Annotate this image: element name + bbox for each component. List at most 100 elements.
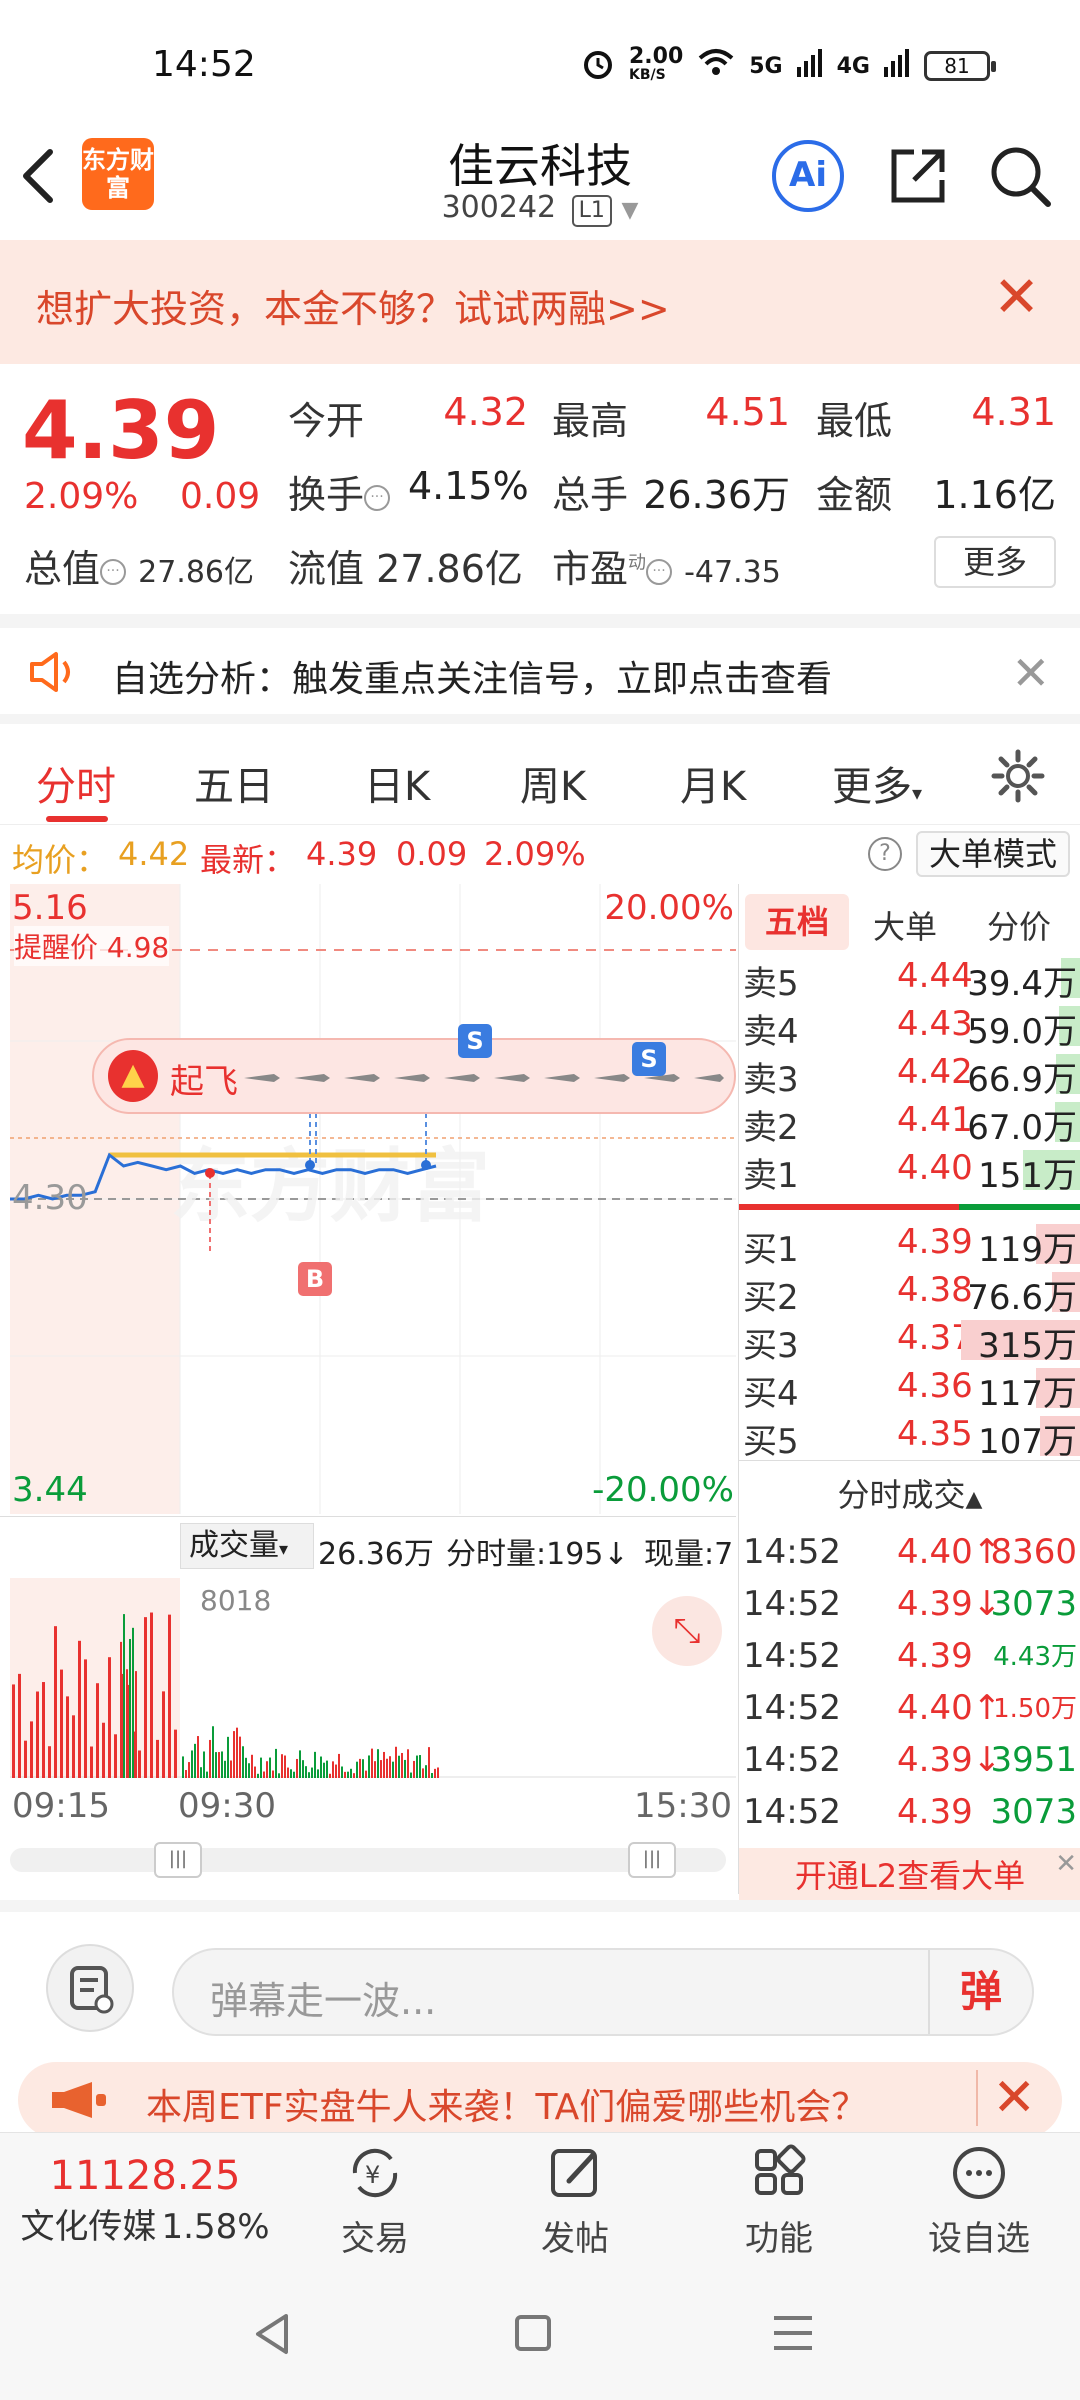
volume-bar bbox=[168, 1614, 171, 1778]
search-icon[interactable] bbox=[988, 144, 1054, 214]
open-l2-banner[interactable]: 开通L2查看大单 ✕ bbox=[739, 1848, 1080, 1904]
range-handle-left[interactable]: ||| bbox=[154, 1842, 202, 1878]
volume-header: 成交量▾ 26.36万 分时量:195↓ 现量:7 bbox=[0, 1516, 736, 1576]
expand-icon[interactable]: ⤡ bbox=[652, 1596, 722, 1666]
time-range-scroller[interactable]: ||| ||| bbox=[10, 1842, 726, 1878]
close-icon-analysis[interactable]: ✕ bbox=[1011, 646, 1050, 700]
danmaku-send-button[interactable]: 弹 bbox=[928, 1950, 1032, 2034]
big-order-mode-button[interactable]: 大单模式 bbox=[916, 831, 1070, 877]
tick-price: 4.39 bbox=[897, 1792, 973, 1832]
menu-lines-icon[interactable] bbox=[772, 2314, 814, 2352]
close-icon-etf[interactable]: ✕ bbox=[976, 2070, 1036, 2126]
trade-tick-row: 14:52 4.39 4.43万 bbox=[739, 1632, 1080, 1684]
mktcap-cell[interactable]: 总值 ··· 27.86亿 bbox=[24, 538, 254, 593]
danmaku-input[interactable]: 弹幕走一波... 弹 bbox=[172, 1948, 1034, 2036]
time-label-start: 09:15 bbox=[12, 1786, 110, 1826]
megaphone-icon bbox=[52, 2082, 106, 2118]
pe-cell[interactable]: 市盈动 ··· -47.35 bbox=[552, 538, 781, 593]
pe-sup: 动 bbox=[628, 552, 647, 574]
more-button[interactable]: 更多 bbox=[934, 536, 1056, 588]
nav-post[interactable]: 发帖 bbox=[510, 2141, 640, 2260]
volume-chart[interactable]: 8018 bbox=[10, 1578, 736, 1778]
volume-selector-label: 成交量 bbox=[189, 1528, 279, 1563]
tab-five-level[interactable]: 五档 bbox=[745, 894, 849, 950]
l2-label: 开通L2查看大单 bbox=[794, 1857, 1026, 1895]
volume-bar bbox=[407, 1749, 409, 1778]
info-icon-2[interactable]: ··· bbox=[100, 558, 127, 585]
volume-chart-svg bbox=[10, 1578, 736, 1778]
firecracker-icon: ▲ bbox=[108, 1050, 158, 1102]
tab-weekly-k[interactable]: 周K bbox=[520, 754, 586, 812]
volume-bar bbox=[206, 1771, 208, 1778]
volume-bar bbox=[260, 1757, 262, 1778]
volume-bar bbox=[266, 1761, 268, 1778]
close-icon-l2[interactable]: ✕ bbox=[1055, 1836, 1077, 1892]
tab-price-distribution[interactable]: 分价 bbox=[987, 902, 1051, 948]
chart-top-percent: 20.00% bbox=[604, 888, 734, 928]
buy-signal-marker[interactable]: B bbox=[298, 1262, 332, 1296]
volume-bar bbox=[24, 1740, 27, 1778]
grid-icon bbox=[714, 2141, 844, 2211]
tab-daily-k[interactable]: 日K bbox=[364, 754, 430, 812]
help-icon[interactable]: ? bbox=[868, 837, 902, 871]
tab-more[interactable]: 更多▾ bbox=[832, 754, 922, 812]
info-icon-3[interactable]: ··· bbox=[646, 558, 673, 585]
danmaku-settings-icon[interactable] bbox=[46, 1944, 134, 2032]
bid-level-label: 买5 bbox=[743, 1422, 799, 1462]
intraday-chart-svg: 东方财富 bbox=[10, 884, 736, 1514]
tick-time: 14:52 bbox=[743, 1636, 841, 1676]
volume-bar bbox=[230, 1760, 232, 1778]
back-triangle-icon[interactable] bbox=[252, 2312, 292, 2356]
bid-row: 买5 4.35 107万 bbox=[739, 1410, 1080, 1462]
tick-volume-label: 分时量:195 bbox=[446, 1537, 604, 1572]
settings-gear-icon[interactable] bbox=[990, 748, 1046, 814]
analysis-text[interactable]: 自选分析：触发重点关注信号，立即点击查看 bbox=[112, 650, 832, 702]
tab-intraday[interactable]: 分时 bbox=[36, 754, 116, 812]
turnover-cell[interactable]: 换手 ··· bbox=[288, 464, 391, 519]
ticks-title[interactable]: 分时成交▲ bbox=[739, 1470, 1080, 1516]
ask-volume: 39.4万 bbox=[967, 964, 1077, 1004]
ask-level-label: 卖5 bbox=[743, 964, 799, 1004]
tab-big-orders[interactable]: 大单 bbox=[873, 902, 937, 948]
bid-volume: 107万 bbox=[978, 1422, 1077, 1462]
share-icon[interactable] bbox=[886, 144, 950, 212]
tick-volume: 4.43万 bbox=[993, 1642, 1077, 1672]
sector-index[interactable]: 11128.25 文化传媒 1.58% bbox=[0, 2153, 290, 2248]
alarm-icon bbox=[581, 46, 615, 86]
volume-bar bbox=[347, 1771, 349, 1778]
nav-post-label: 发帖 bbox=[541, 2219, 609, 2259]
volume-bar bbox=[84, 1659, 87, 1778]
volume-selector[interactable]: 成交量▾ bbox=[180, 1523, 314, 1569]
home-square-icon[interactable] bbox=[514, 2314, 552, 2352]
info-icon[interactable]: ··· bbox=[364, 484, 391, 511]
volume-bar bbox=[296, 1758, 298, 1778]
etf-promo-text[interactable]: 本周ETF实盘牛人来袭！TA们偏爱哪些机会？ bbox=[146, 2078, 867, 2130]
volume-bar bbox=[389, 1756, 391, 1778]
volume-bar bbox=[317, 1769, 319, 1778]
level-badge: L1 bbox=[571, 195, 612, 227]
sell-signal-marker-2[interactable]: S bbox=[632, 1042, 666, 1076]
promo-text[interactable]: 想扩大投资，本金不够？试试两融>> bbox=[36, 278, 670, 333]
tab-five-day[interactable]: 五日 bbox=[194, 754, 274, 812]
margin-promo-banner[interactable]: 想扩大投资，本金不够？试试两融>> ✕ bbox=[0, 240, 1080, 364]
nav-trade[interactable]: ¥ 交易 bbox=[310, 2141, 440, 2260]
ai-button[interactable]: Ai bbox=[772, 140, 844, 212]
volume-bar bbox=[341, 1766, 343, 1778]
tab-monthly-k[interactable]: 月K bbox=[680, 754, 746, 812]
tick-time: 14:52 bbox=[743, 1792, 841, 1832]
nav-add-watchlist[interactable]: 设自选 bbox=[914, 2141, 1044, 2260]
volume-bar bbox=[90, 1746, 93, 1778]
alert-price-label[interactable]: 提醒价 4.98 bbox=[14, 926, 170, 966]
range-handle-right[interactable]: ||| bbox=[628, 1842, 676, 1878]
ask-bid-divider bbox=[739, 1204, 1080, 1210]
watchlist-analysis-bar[interactable]: 自选分析：触发重点关注信号，立即点击查看 ✕ bbox=[0, 614, 1080, 714]
sell-signal-marker-1[interactable]: S bbox=[458, 1024, 492, 1058]
etf-promo-banner[interactable]: 本周ETF实盘牛人来袭！TA们偏爱哪些机会？ ✕ bbox=[18, 2062, 1062, 2138]
close-icon[interactable]: ✕ bbox=[993, 270, 1040, 326]
net-speed-unit: KB/S bbox=[628, 67, 666, 83]
tick-volume: 1.50万 bbox=[993, 1694, 1077, 1724]
nav-functions[interactable]: 功能 bbox=[714, 2141, 844, 2260]
ask-volume: 59.0万 bbox=[967, 1012, 1077, 1052]
nav-trade-label: 交易 bbox=[341, 2219, 409, 2259]
intraday-chart[interactable]: 东方财富 5.16 20.00% 4.30 3.44 -20.00% bbox=[10, 884, 736, 1514]
